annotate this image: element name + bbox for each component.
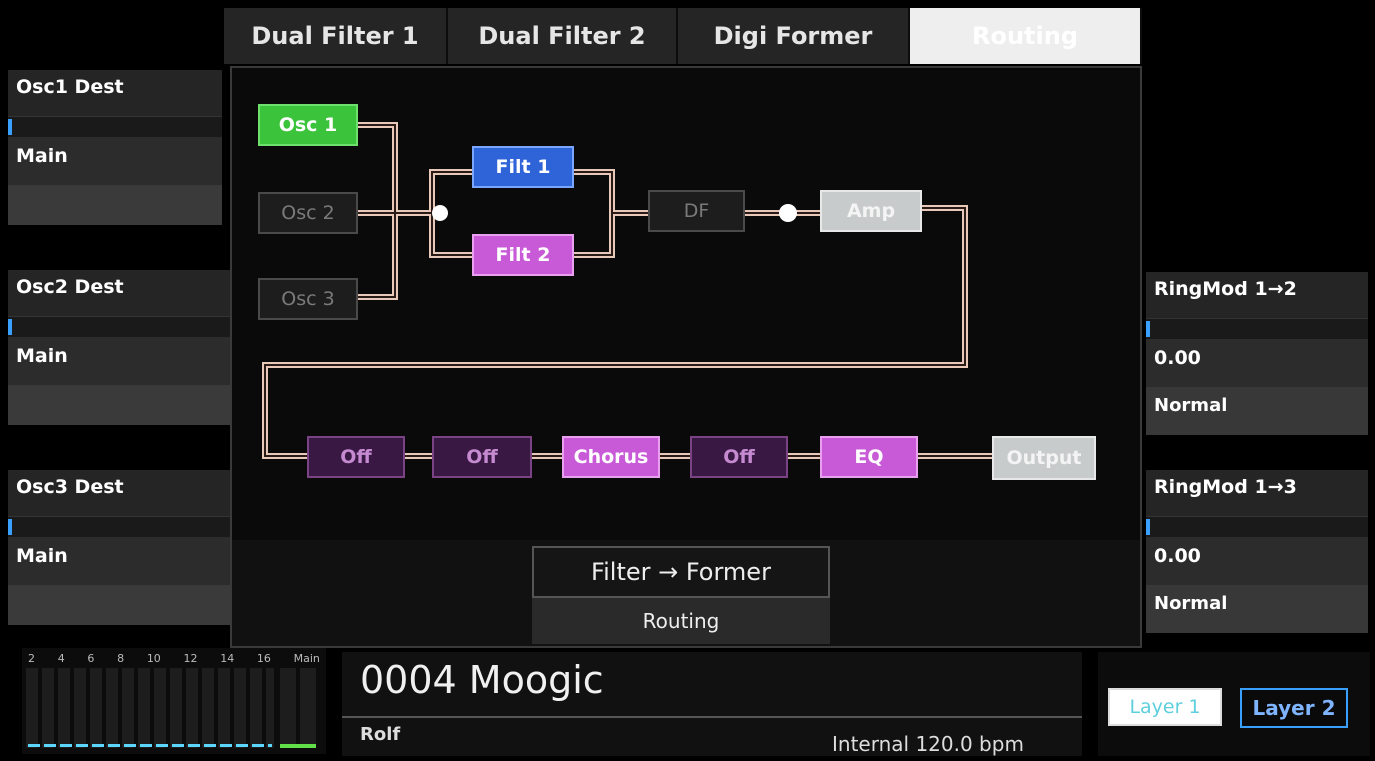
routing-label: Routing (532, 598, 830, 644)
channel-meter-levels (28, 744, 272, 747)
amp-junction-dot (779, 204, 797, 222)
meter-label: 2 (28, 652, 35, 665)
meter-label: 4 (57, 652, 65, 665)
fx1-node[interactable]: Off (307, 436, 405, 478)
meter-label: 6 (87, 652, 95, 665)
df-node[interactable]: DF (648, 190, 745, 232)
patch-name[interactable]: 0004 Moogic (360, 658, 604, 702)
osc2-node[interactable]: Osc 2 (258, 192, 358, 234)
layer-1-button[interactable]: Layer 1 (1108, 688, 1222, 726)
output-node[interactable]: Output (992, 436, 1096, 480)
filt2-node[interactable]: Filt 2 (472, 234, 574, 276)
fx5-node[interactable]: EQ (820, 436, 918, 478)
fx2-node[interactable]: Off (432, 436, 532, 478)
clock-status[interactable]: Internal 120.0 bpm (832, 732, 1024, 756)
routing-value[interactable]: Filter → Former (532, 546, 830, 598)
meter-label: 14 (220, 652, 235, 665)
main-meter-left (280, 668, 296, 748)
fx4-node[interactable]: Off (690, 436, 788, 478)
osc1-node[interactable]: Osc 1 (258, 104, 358, 146)
osc3-node[interactable]: Osc 3 (258, 278, 358, 320)
patch-author: Rolf (360, 724, 401, 745)
meter-label: 10 (146, 652, 161, 665)
patch-divider (342, 716, 1082, 718)
meter-label: 12 (183, 652, 198, 665)
main-meter-right (300, 668, 316, 748)
meter-label: 16 (256, 652, 271, 665)
level-meter: 2 4 6 8 10 12 14 16 Main (22, 648, 326, 754)
filt1-node[interactable]: Filt 1 (472, 146, 574, 188)
amp-node[interactable]: Amp (820, 190, 922, 232)
osc-junction-dot (432, 205, 448, 221)
channel-meters (26, 668, 274, 748)
layer-2-button[interactable]: Layer 2 (1240, 688, 1348, 728)
fx3-node[interactable]: Chorus (562, 436, 660, 478)
meter-label: 8 (117, 652, 125, 665)
meter-scale: 2 4 6 8 10 12 14 16 Main (28, 652, 320, 666)
main-meter-level (280, 744, 316, 748)
meter-label: Main (293, 652, 320, 665)
